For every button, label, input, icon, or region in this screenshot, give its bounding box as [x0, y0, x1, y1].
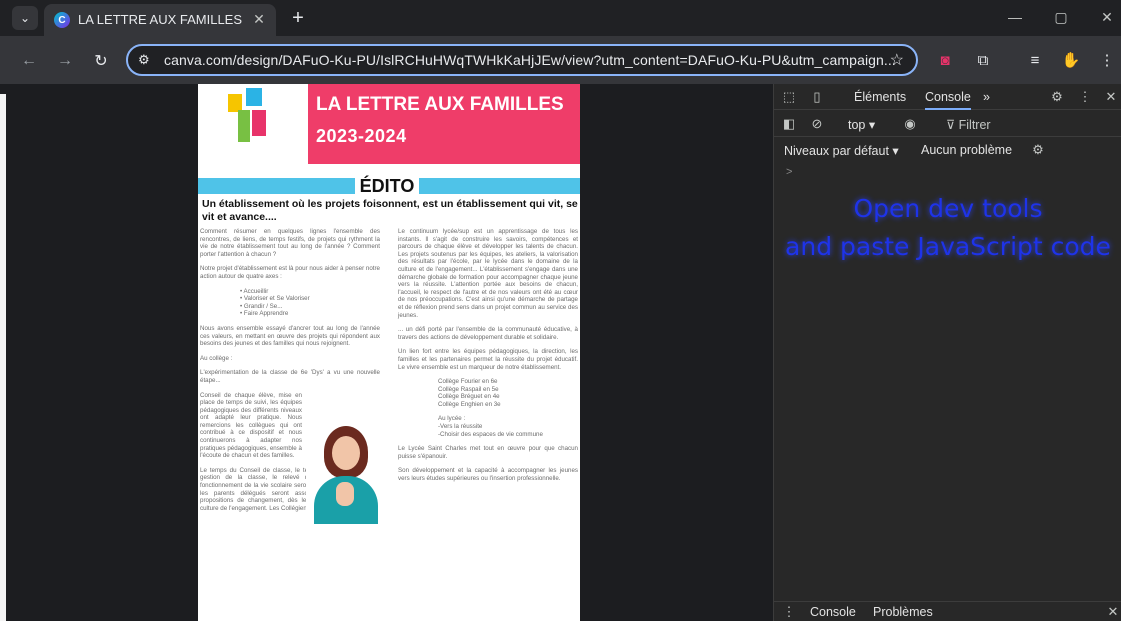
reload-icon[interactable]: ↻ [88, 48, 114, 74]
pocket-icon[interactable]: ◙ [934, 49, 956, 71]
tab-title: LA LETTRE AUX FAMILLES [78, 12, 243, 27]
browser-toolbar: ← → ↻ ⚙ canva.com/design/DAFuO-Ku-PU/Isl… [0, 36, 1121, 84]
forward-arrow-icon[interactable]: → [52, 48, 78, 74]
console-toolbar: ◧ ⊘ top ▾ ◉ ⊽ Filtrer [774, 111, 1121, 137]
right-column: Le continuum lycée/sup est un apprentiss… [398, 228, 578, 490]
inspect-element-icon[interactable]: ⬚ [780, 88, 798, 106]
drawer-menu-icon[interactable]: ⋮ [782, 603, 796, 621]
paragraph: Comment résumer en quelques lignes l'ens… [200, 228, 380, 258]
title-banner: LA LETTRE AUX FAMILLES 2023-2024 [308, 84, 580, 164]
clear-console-icon[interactable]: ⊘ [808, 115, 826, 133]
devtools-warning-overlay: Open dev tools and paste JavaScript code [774, 190, 1121, 266]
browser-tab[interactable]: C LA LETTRE AUX FAMILLES ✕ [44, 4, 276, 36]
left-page-edge [0, 94, 6, 621]
context-value: top [848, 118, 866, 132]
devtools-tabbar: ⬚ ▯ Éléments Console » ⚙ ⋮ ✕ [774, 84, 1121, 110]
maximize-button[interactable]: ▢ [1046, 6, 1076, 28]
site-info-icon[interactable]: ⚙ [138, 52, 150, 68]
address-bar[interactable]: ⚙ canva.com/design/DAFuO-Ku-PU/IslRCHuHW… [126, 44, 918, 76]
close-drawer-icon[interactable]: ✕ [1106, 603, 1120, 621]
edito-subtitle: Un établissement où les projets foisonne… [202, 198, 578, 223]
paragraph: Notre projet d'établissement est là pour… [200, 265, 380, 280]
filter-input[interactable]: ⊽ Filtrer [946, 117, 991, 132]
paragraph: Un lien fort entre les équipes pédagogiq… [398, 348, 578, 371]
tab-elements[interactable]: Éléments [854, 90, 906, 104]
list-item: • Accueillir [240, 287, 269, 295]
banner-year: 2023-2024 [316, 126, 407, 146]
bookmark-star-icon[interactable]: ☆ [890, 50, 904, 70]
list-item: Collège Bréguet en 4e [438, 393, 500, 401]
new-tab-button[interactable]: + [286, 6, 310, 30]
list-item: • Faire Apprendre [240, 310, 289, 318]
overlay-line-2: and paste JavaScript code [785, 232, 1111, 261]
close-window-button[interactable]: ✕ [1092, 6, 1121, 28]
college-heading: Au collège : [200, 354, 233, 362]
paragraph: ... un défi porté par l'ensemble de la c… [398, 326, 578, 341]
browser-menu-icon[interactable]: ⋮ [1096, 49, 1118, 71]
console-settings-gear-icon[interactable]: ⚙ [1029, 141, 1047, 159]
banner-title: LA LETTRE AUX FAMILLES [316, 94, 564, 115]
profile-avatar-icon[interactable]: ✋ [1060, 49, 1082, 71]
context-selector[interactable]: top ▾ [848, 117, 875, 132]
close-devtools-icon[interactable]: ✕ [1102, 88, 1120, 106]
settings-gear-icon[interactable]: ⚙ [1048, 88, 1066, 106]
list-item: Collège Fourier en 6e [438, 378, 498, 386]
school-logo [228, 88, 272, 144]
list-item: Collège Raspail en 5e [438, 385, 499, 393]
extensions-puzzle-icon[interactable]: ⧉ [972, 49, 994, 71]
paragraph: Nous avons ensemble essayé d'ancrer tout… [200, 324, 380, 348]
tab-search-chevron-down-icon[interactable]: ⌄ [12, 6, 38, 30]
live-expression-eye-icon[interactable]: ◉ [900, 115, 920, 133]
log-levels-value: Niveaux par défaut [784, 144, 889, 158]
tab-strip: ⌄ C LA LETTRE AUX FAMILLES ✕ + — ▢ ✕ [0, 0, 1121, 36]
devtools-panel: ⬚ ▯ Éléments Console » ⚙ ⋮ ✕ ◧ ⊘ top ▾ ◉… [773, 84, 1121, 621]
paragraph: Le Lycée Saint Charles met tout en œuvre… [398, 445, 578, 460]
list-item: Collège Enghien en 3e [438, 400, 501, 408]
canva-favicon-icon: C [54, 12, 70, 28]
console-levels-row: Niveaux par défaut ▾ Aucun problème ⚙ [774, 137, 1121, 163]
device-toolbar-icon[interactable]: ▯ [808, 88, 826, 106]
more-tabs-icon[interactable]: » [983, 90, 990, 104]
devtools-menu-icon[interactable]: ⋮ [1076, 88, 1094, 106]
filter-icon: ⊽ [946, 118, 959, 132]
console-prompt[interactable]: > [786, 166, 792, 178]
log-levels-dropdown[interactable]: Niveaux par défaut ▾ [784, 143, 899, 158]
paragraph: L'expérimentation de la classe de 6e 'Dy… [200, 369, 380, 384]
lycee-heading: Au lycée : [438, 415, 466, 423]
minimize-button[interactable]: — [1000, 6, 1030, 28]
issues-counter[interactable]: Aucun problème [921, 143, 1012, 157]
sidebar-toggle-icon[interactable]: ◧ [780, 115, 798, 133]
list-item: -Vers la réussite [438, 423, 483, 431]
drawer-tabbar: ⋮ Console Problèmes ✕ [774, 601, 1121, 621]
list-item: -Choisir des espaces de vie commune [438, 430, 543, 438]
newsletter-document: LA LETTRE AUX FAMILLES 2023-2024 ÉDITO U… [198, 84, 580, 621]
paragraph: Le continuum lycée/sup est un apprentiss… [398, 228, 578, 319]
tab-console[interactable]: Console [925, 90, 971, 110]
edito-heading: ÉDITO [355, 174, 419, 198]
media-control-icon[interactable]: ≡ [1024, 49, 1046, 71]
url-text[interactable]: canva.com/design/DAFuO-Ku-PU/IslRCHuHWqT… [164, 52, 896, 68]
portrait-photo [306, 420, 384, 524]
paragraph: Son développement et la capacité à accom… [398, 467, 578, 483]
back-arrow-icon[interactable]: ← [16, 48, 42, 74]
paragraph: Conseil de chaque élève, mise en place d… [200, 391, 302, 460]
drawer-tab-problems[interactable]: Problèmes [873, 605, 933, 619]
drawer-tab-console[interactable]: Console [810, 605, 856, 619]
list-item: • Grandir / Se... [240, 302, 283, 310]
list-item: • Valoriser et Se Valoriser [240, 295, 310, 303]
tab-close-icon[interactable]: ✕ [250, 10, 268, 28]
filter-placeholder: Filtrer [958, 118, 991, 132]
overlay-line-1: Open dev tools [853, 194, 1043, 223]
